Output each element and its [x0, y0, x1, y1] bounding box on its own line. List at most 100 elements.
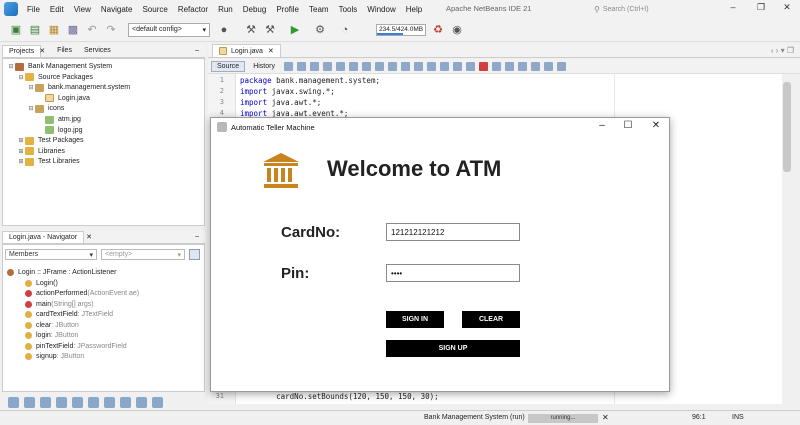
globe-icon[interactable]: ● [216, 22, 232, 38]
config-select[interactable]: <default config> ▾ [128, 22, 210, 37]
tree-item[interactable]: ⊞ Test Libraries [17, 156, 80, 167]
open-project-icon[interactable]: ▦ [46, 22, 62, 38]
maximize-button[interactable]: ☐ [617, 120, 639, 131]
search-input[interactable]: ⚲ Search (Ctrl+I) [594, 3, 704, 15]
menu-run[interactable]: Run [213, 5, 238, 14]
expand-toggle-icon[interactable]: ⊞ [17, 158, 25, 165]
tree-item[interactable]: ⊟ icons [27, 103, 64, 114]
members-select[interactable]: Members ▾ [5, 249, 97, 260]
tree-item[interactable]: ⊟ bank.management.system [27, 82, 130, 93]
card-number-input[interactable] [386, 223, 520, 241]
editor-tool-icon[interactable] [439, 61, 449, 71]
filter-toggle-icon[interactable] [152, 396, 163, 408]
navigator-item[interactable]: main (String[] args) [25, 299, 94, 310]
close-button[interactable]: ✕ [776, 2, 798, 16]
close-icon[interactable]: ✕ [268, 47, 274, 55]
filter-toggle-icon[interactable] [40, 396, 51, 408]
menu-tools[interactable]: Tools [334, 5, 363, 14]
menu-file[interactable]: File [22, 5, 45, 14]
filter-toggle-icon[interactable] [72, 396, 83, 408]
expand-toggle-icon[interactable]: ⊟ [17, 74, 25, 81]
navigator-item[interactable]: signup : JButton [25, 351, 84, 362]
expand-toggle-icon[interactable]: ⊟ [27, 105, 35, 112]
expand-toggle-icon[interactable]: ⊟ [27, 84, 35, 91]
hammer-icon[interactable]: ⚒ [243, 22, 259, 38]
new-file-icon[interactable]: ▤ [27, 22, 43, 38]
clean-build-icon[interactable]: ⚒ [262, 22, 278, 38]
editor-tool-icon[interactable] [556, 61, 566, 71]
editor-tool-icon[interactable] [452, 61, 462, 71]
filter-toggle-icon[interactable] [88, 396, 99, 408]
filter-toggle-icon[interactable] [24, 396, 35, 408]
memory-indicator[interactable]: 234.5/424.0MB [376, 23, 426, 36]
filter-toggle-icon[interactable] [104, 396, 115, 408]
sign-in-button[interactable]: SIGN IN [386, 311, 444, 328]
editor-tool-icon[interactable] [400, 61, 410, 71]
editor-scrollbar[interactable] [782, 74, 792, 404]
minimize-button[interactable]: – [591, 120, 613, 131]
editor-tool-icon[interactable] [478, 61, 488, 71]
source-button[interactable]: Source [211, 60, 246, 72]
progress-bar[interactable]: running... [528, 414, 598, 423]
menu-window[interactable]: Window [362, 5, 400, 14]
navigator-item[interactable]: actionPerformed (ActionEvent ae) [25, 288, 139, 299]
expand-toggle-icon[interactable]: ⊞ [17, 137, 25, 144]
menu-edit[interactable]: Edit [45, 5, 69, 14]
expand-toggle-icon[interactable]: ⊞ [17, 148, 25, 155]
tab-services[interactable]: Services [78, 45, 117, 56]
menu-team[interactable]: Team [304, 5, 334, 14]
new-project-icon[interactable]: ▣ [8, 22, 24, 38]
profile-icon[interactable]: ◔ [337, 22, 353, 38]
navigator-item[interactable]: pinTextField : JPasswordField [25, 341, 127, 352]
empty-select[interactable]: <empty> ▾ [101, 249, 185, 260]
filter-toggle-icon[interactable] [8, 396, 19, 408]
cancel-icon[interactable]: ✕ [602, 413, 609, 422]
redo-icon[interactable]: ↷ [103, 22, 119, 38]
navigator-item[interactable]: login : JButton [25, 330, 78, 341]
filter-toggle-icon[interactable] [136, 396, 147, 408]
editor-tool-icon[interactable] [504, 61, 514, 71]
pin-input[interactable] [386, 264, 520, 282]
gc-icon[interactable]: ♻ [430, 22, 446, 38]
filter-toggle-icon[interactable] [56, 396, 67, 408]
expand-toggle-icon[interactable]: ⊟ [7, 63, 15, 70]
close-button[interactable]: ✕ [645, 120, 667, 131]
minimize-panel-icon[interactable]: – [195, 233, 199, 240]
tree-item[interactable]: Login.java [37, 93, 90, 104]
maximize-button[interactable]: ❐ [750, 2, 772, 16]
tree-item[interactable]: ⊟ Bank Management System [7, 61, 112, 72]
editor-tool-icon[interactable] [426, 61, 436, 71]
menu-debug[interactable]: Debug [238, 5, 272, 14]
tab-navigator[interactable]: Login.java - Navigator [2, 230, 85, 243]
filter-toggle-icon[interactable] [120, 396, 131, 408]
tree-item[interactable]: logo.jpg [37, 125, 83, 136]
tree-item[interactable]: ⊟ Source Packages [17, 72, 93, 83]
close-icon[interactable]: ✕ [86, 233, 92, 241]
tab-login-java[interactable]: Login.java ✕ [212, 44, 281, 57]
editor-tool-icon[interactable] [374, 61, 384, 71]
editor-tool-icon[interactable] [413, 61, 423, 71]
editor-tool-icon[interactable] [530, 61, 540, 71]
editor-tool-icon[interactable] [296, 61, 306, 71]
debug-icon[interactable]: ⚙ [312, 22, 328, 38]
tab-files[interactable]: Files [51, 45, 78, 56]
navigator-item[interactable]: Login :: JFrame : ActionListener [7, 267, 116, 278]
sign-up-button[interactable]: SIGN UP [386, 340, 520, 357]
editor-tool-icon[interactable] [283, 61, 293, 71]
history-button[interactable]: History [248, 62, 280, 71]
editor-tool-icon[interactable] [465, 61, 475, 71]
editor-tool-icon[interactable] [348, 61, 358, 71]
editor-tool-icon[interactable] [543, 61, 553, 71]
clear-button[interactable]: CLEAR [462, 311, 520, 328]
editor-tool-icon[interactable] [491, 61, 501, 71]
menu-navigate[interactable]: Navigate [96, 5, 138, 14]
tab-projects[interactable]: Projects [2, 44, 42, 57]
minimize-button[interactable]: – [722, 2, 744, 16]
minimize-panel-icon[interactable]: – [195, 47, 199, 54]
menu-source[interactable]: Source [137, 5, 172, 14]
menu-refactor[interactable]: Refactor [173, 5, 213, 14]
editor-tool-icon[interactable] [335, 61, 345, 71]
navigator-item[interactable]: Login() [25, 278, 58, 289]
editor-tool-icon[interactable] [361, 61, 371, 71]
editor-tool-icon[interactable] [387, 61, 397, 71]
